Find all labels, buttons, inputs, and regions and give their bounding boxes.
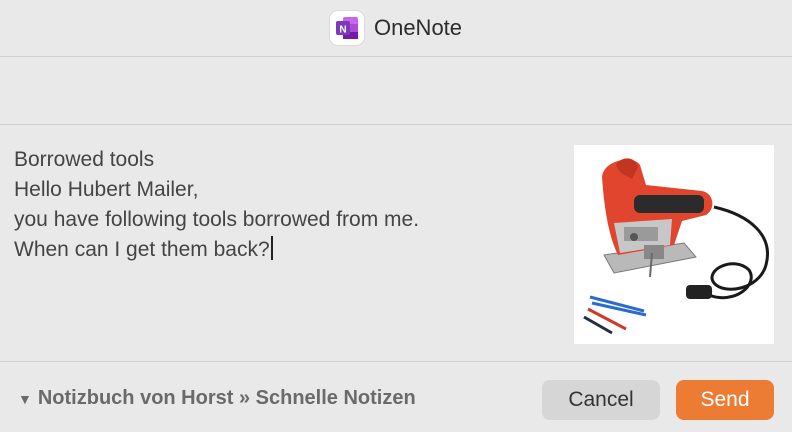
message-line: you have following tools borrowed from m… [14,208,420,231]
message-line-last: When can I get them back? [14,235,554,265]
jigsaw-image [583,158,769,335]
app-icon-letter: N [339,25,346,36]
subject-field[interactable] [0,57,792,125]
notebook-location-selector[interactable]: ▼ Notizbuch von Horst » Schnelle Notizen [18,387,416,410]
send-button[interactable]: Send [676,380,774,420]
message-line: Hello Hubert Mailer, [14,178,199,201]
attachment-image[interactable] [574,145,774,344]
cancel-button[interactable]: Cancel [542,380,660,420]
notebook-path-label: Notizbuch von Horst » Schnelle Notizen [37,387,416,409]
message-body[interactable]: Borrowed tools Hello Hubert Mailer, you … [0,125,792,362]
title-bar: N OneNote [0,0,792,57]
message-line: Borrowed tools [14,148,155,171]
window-title: OneNote [373,15,463,40]
footer: ▼ Notizbuch von Horst » Schnelle Notizen… [0,362,792,432]
message-line: When can I get them back? [14,238,270,261]
disclosure-triangle-icon[interactable]: ▼ [18,391,32,407]
text-cursor [270,236,273,260]
message-text[interactable]: Borrowed tools Hello Hubert Mailer, you … [14,145,554,265]
onenote-logo-icon: N [329,11,364,45]
